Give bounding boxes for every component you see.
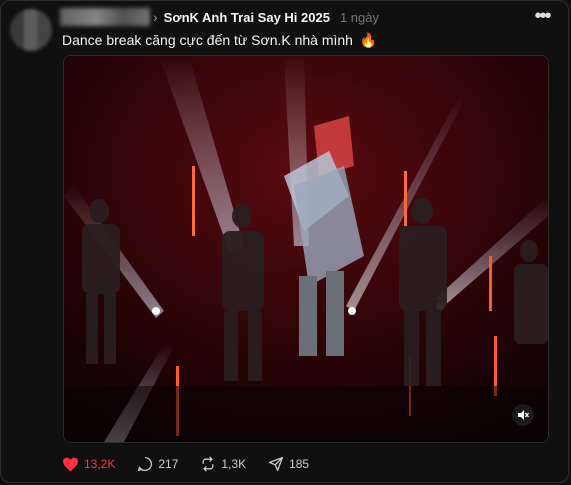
repost-icon: [202, 456, 214, 472]
neon-tube: [489, 256, 492, 311]
repost-count: 1,3K: [221, 457, 247, 471]
share-button[interactable]: 185: [268, 456, 309, 472]
share-count: 185: [289, 457, 310, 471]
like-button[interactable]: 13,2K: [62, 457, 115, 472]
neon-tube: [192, 166, 195, 236]
more-icon[interactable]: •••: [530, 5, 554, 27]
chevron-right-icon: ›: [153, 9, 158, 25]
fire-emoji: 🔥: [359, 32, 378, 48]
share-icon: [269, 456, 284, 472]
username-blurred[interactable]: [60, 8, 150, 26]
post-actions: 13,2K 217 1,3K 185: [62, 454, 331, 474]
mute-icon[interactable]: [512, 404, 534, 426]
comment-count: 217: [158, 457, 179, 471]
avatar[interactable]: [10, 9, 52, 51]
video-frame: [64, 56, 548, 442]
post-caption: Dance break căng cực đến từ Sơn.K nhà mì…: [62, 32, 377, 49]
like-count: 13,2K: [84, 457, 116, 471]
comment-icon: [138, 456, 153, 472]
post-header: › SơnK Anh Trai Say Hi 2025 1 ngày: [153, 8, 379, 26]
community-name[interactable]: SơnK Anh Trai Say Hi 2025: [164, 10, 330, 25]
repost-button[interactable]: 1,3K: [200, 456, 246, 472]
spotlight: [152, 307, 160, 315]
mute-glyph: [518, 410, 529, 420]
comment-button[interactable]: 217: [137, 456, 178, 472]
video-player[interactable]: [63, 55, 549, 443]
spotlight: [348, 307, 356, 315]
caption-text: Dance break căng cực đến từ Sơn.K nhà mì…: [62, 32, 353, 48]
heart-icon: [63, 457, 78, 471]
post-time: 1 ngày: [339, 9, 379, 25]
neon-tube: [404, 171, 407, 226]
